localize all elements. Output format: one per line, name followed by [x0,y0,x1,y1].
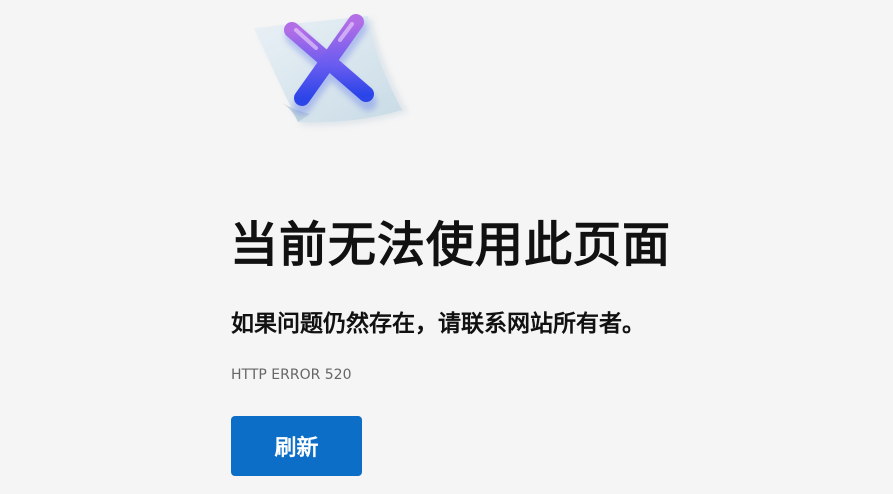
error-page: 当前无法使用此页面 如果问题仍然存在，请联系网站所有者。 HTTP ERROR … [0,0,893,494]
error-code: HTTP ERROR 520 [231,367,352,383]
error-x-icon [240,10,410,135]
page-title: 当前无法使用此页面 [230,217,672,273]
page-subtitle: 如果问题仍然存在，请联系网站所有者。 [231,311,645,337]
refresh-button[interactable]: 刷新 [231,416,362,476]
